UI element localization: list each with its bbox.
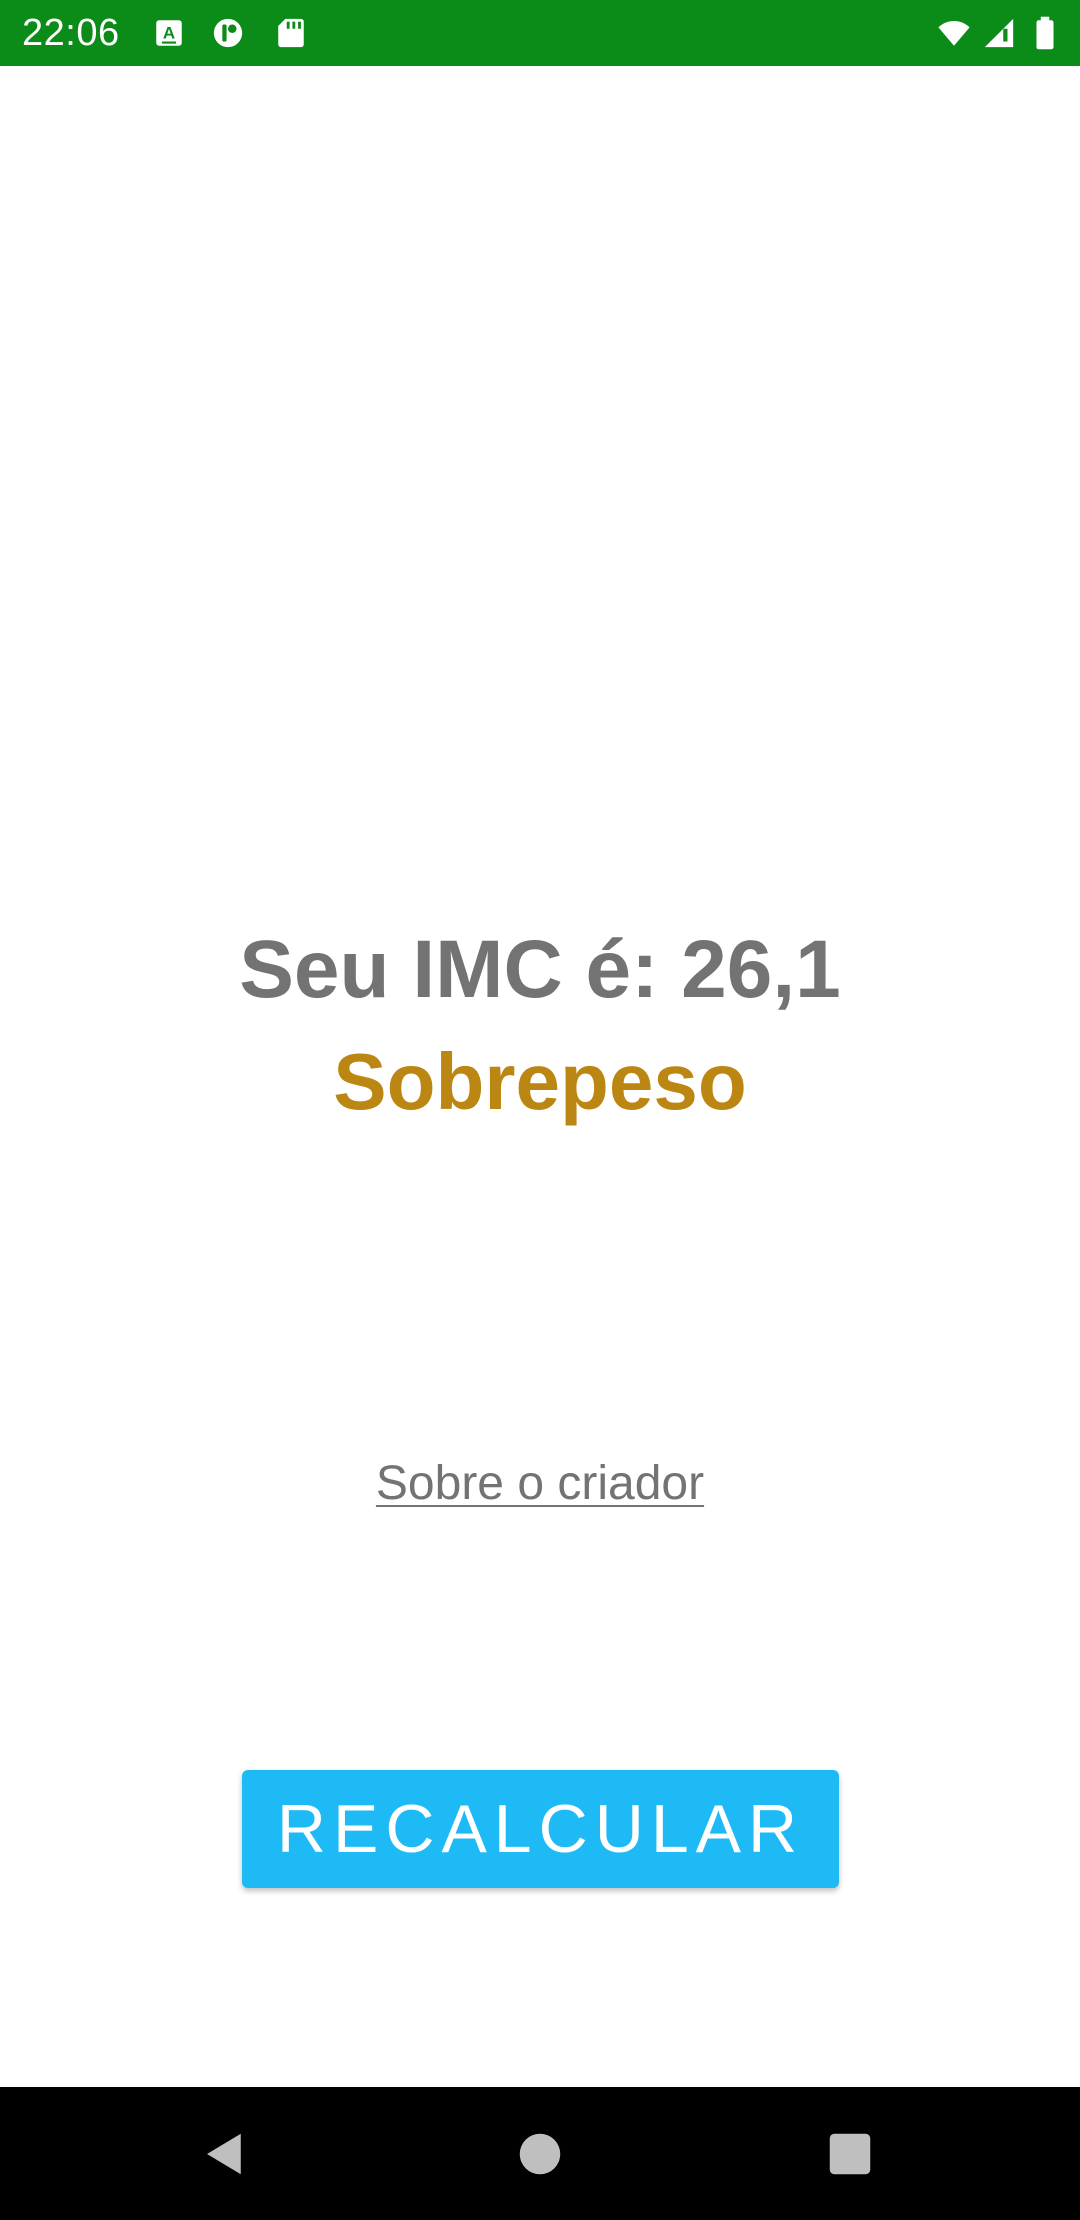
classification-text: Sobrepeso — [333, 1037, 747, 1126]
about-creator-link[interactable]: Sobre o criador — [376, 1457, 704, 1510]
app-notification-icon — [211, 16, 245, 50]
recalculate-button[interactable]: RECALCULAR — [242, 1770, 839, 1888]
cellular-signal-icon — [982, 16, 1016, 50]
battery-icon — [1032, 16, 1058, 50]
home-icon[interactable] — [513, 2127, 567, 2181]
svg-text:A: A — [163, 24, 175, 43]
text-a-notification-icon: A — [152, 16, 186, 50]
recents-icon[interactable] — [823, 2127, 877, 2181]
navigation-bar — [0, 2087, 1080, 2220]
back-icon[interactable] — [198, 2127, 252, 2181]
wifi-icon — [934, 16, 974, 50]
status-bar: 22:06 A — [0, 0, 1080, 66]
imc-result-text: Seu IMC é: 26,1 — [239, 924, 841, 1015]
status-time: 22:06 — [22, 12, 120, 54]
about-creator-link-container: Sobre o criador — [0, 1454, 1080, 1514]
sd-card-icon — [274, 16, 308, 50]
screen: 22:06 A Seu IMC é: 26,1 Sobrepeso Sobre … — [0, 0, 1080, 2220]
